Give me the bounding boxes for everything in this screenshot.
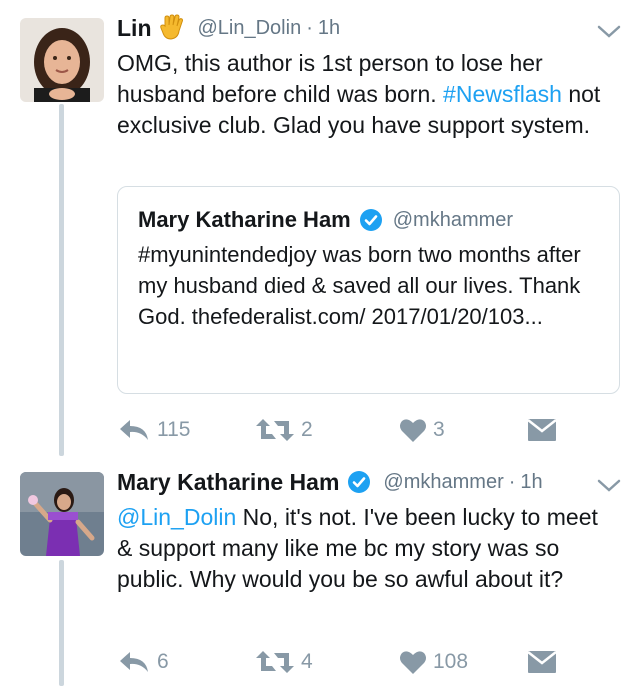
tweet-text: @Lin_Dolin No, it's not. I've been lucky… [117, 504, 598, 592]
separator-dot: · [508, 470, 516, 493]
quote-author-handle: @mkhammer [392, 208, 514, 231]
mention-link[interactable]: @Lin_Dolin [117, 504, 236, 530]
quoted-tweet[interactable]: Mary Katharine Ham @mkhammer #myunintend… [117, 186, 620, 394]
reply-count: 6 [157, 650, 169, 673]
chevron-down-icon[interactable] [596, 22, 622, 42]
like-count: 108 [433, 650, 469, 673]
envelope-icon [527, 651, 557, 673]
reply-button[interactable]: 6 [117, 644, 169, 680]
avatar[interactable] [20, 18, 104, 102]
retweet-button[interactable]: 4 [255, 644, 313, 680]
like-count: 3 [433, 418, 445, 441]
tweet-header: Lin @Lin_Dolin · 1h [117, 10, 617, 46]
direct-message-button[interactable] [527, 412, 557, 448]
reply-icon [120, 652, 148, 672]
timestamp[interactable]: 1h [520, 471, 542, 494]
heart-icon [400, 651, 426, 674]
like-button[interactable]: 3 [399, 412, 445, 448]
retweet-icon [256, 419, 294, 441]
author-name[interactable]: Lin [117, 15, 152, 42]
tweet-actions: 6 4 108 [117, 644, 617, 680]
reply-button[interactable]: 115 [117, 412, 190, 448]
verified-badge-icon [347, 470, 371, 494]
author-handle[interactable]: @Lin_Dolin [198, 17, 302, 40]
tweet[interactable]: Lin @Lin_Dolin · 1h OMG, this author is … [0, 10, 639, 450]
vulcan-salute-icon [159, 14, 186, 42]
tweet-text: OMG, this author is 1st person to lose h… [117, 50, 601, 138]
direct-message-button[interactable] [527, 644, 557, 680]
reply-count: 115 [157, 418, 191, 441]
separator-dot: · [306, 16, 313, 39]
timestamp[interactable]: 1h [318, 17, 340, 40]
tweet-actions: 115 2 3 [117, 412, 617, 448]
chevron-down-icon[interactable] [596, 476, 622, 496]
quote-text: #myunintendedjoy was born two months aft… [138, 242, 581, 329]
tweet[interactable]: Mary Katharine Ham @mkhammer · 1h @Lin_D… [0, 464, 639, 686]
reply-icon [120, 420, 148, 440]
hashtag-link[interactable]: #Newsflash [443, 81, 562, 107]
retweet-button[interactable]: 2 [255, 412, 313, 448]
retweet-count: 2 [301, 418, 313, 441]
verified-badge-icon [359, 208, 383, 232]
avatar[interactable] [20, 472, 104, 556]
heart-icon [400, 419, 426, 442]
quote-author-name: Mary Katharine Ham [138, 207, 351, 232]
quote-header: Mary Katharine Ham @mkhammer [138, 205, 599, 235]
tweet-header: Mary Katharine Ham @mkhammer · 1h [117, 464, 617, 500]
envelope-icon [527, 419, 557, 441]
author-handle[interactable]: @mkhammer [383, 471, 503, 494]
tweet-thread: Lin @Lin_Dolin · 1h OMG, this author is … [0, 0, 639, 686]
author-name[interactable]: Mary Katharine Ham [117, 469, 339, 496]
like-button[interactable]: 108 [399, 644, 468, 680]
retweet-count: 4 [301, 650, 313, 673]
retweet-icon [256, 651, 294, 673]
